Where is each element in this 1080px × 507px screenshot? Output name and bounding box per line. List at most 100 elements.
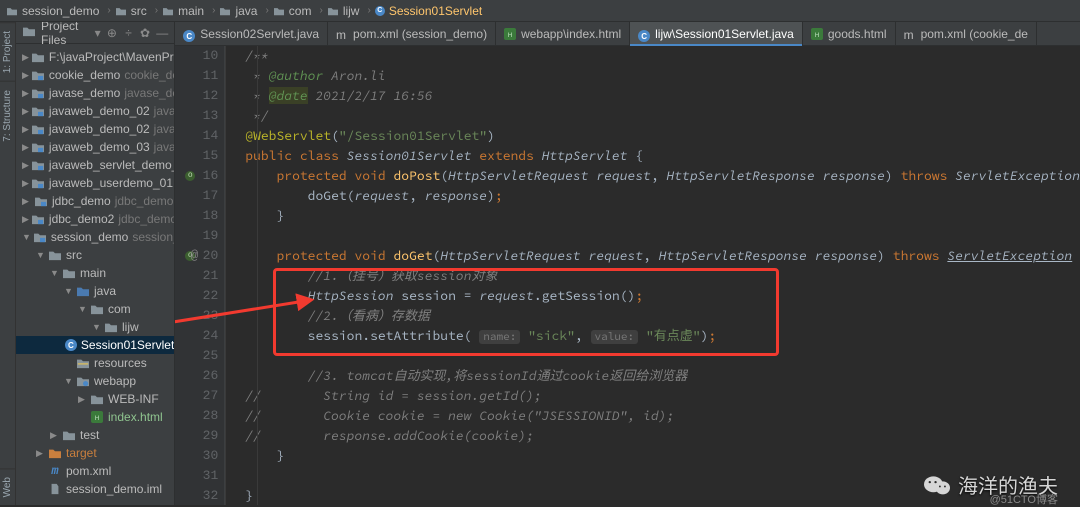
class-icon: C xyxy=(183,28,195,40)
tree-item[interactable]: ▶javaweb_demo_03javaweb_demo_03 xyxy=(16,138,174,156)
collapse-icon[interactable]: ⊕ xyxy=(107,26,118,40)
tree-item[interactable]: Hindex.html xyxy=(16,408,174,426)
divide-icon[interactable]: ÷ xyxy=(123,26,134,40)
tree-item[interactable]: ▶javaweb_demo_02javaweb_demo_02 xyxy=(16,102,174,120)
breadcrumb-item[interactable]: src xyxy=(115,4,147,18)
code-line[interactable]: // String id = session.getId(); xyxy=(245,386,1080,406)
code-line[interactable]: * @date 2021/2/17 16:56 xyxy=(245,86,1080,106)
folderSemi-icon xyxy=(33,231,47,243)
tree-item[interactable]: ▼webapp xyxy=(16,372,174,390)
tree-item[interactable]: ▼lijw xyxy=(16,318,174,336)
tree-item[interactable]: ▼src xyxy=(16,246,174,264)
tree-item[interactable]: session_demo.iml xyxy=(16,480,174,498)
tool-project-tab[interactable]: 1: Project xyxy=(0,22,15,81)
mvn-icon: m xyxy=(336,28,348,40)
project-sidebar: Project Files ▾ ⊕ ÷ ✿ — ▶F:\javaProject\… xyxy=(16,22,175,505)
code-line[interactable]: protected void doGet(HttpServletRequest … xyxy=(245,246,1080,266)
folderSemi-icon xyxy=(31,87,45,99)
svg-text:H: H xyxy=(95,416,99,422)
tree-item[interactable]: ▶javaweb_userdemo_01javaweb_userd xyxy=(16,174,174,192)
tree-item[interactable]: ▶F:\javaProject\MavenPratice01 xyxy=(16,48,174,66)
tree-item[interactable]: ▼main xyxy=(16,264,174,282)
folderSemi-icon xyxy=(31,177,45,189)
code-line[interactable]: //2.（看病）存数据 xyxy=(245,306,1080,326)
code-line[interactable]: @WebServlet("/Session01Servlet") xyxy=(245,126,1080,146)
tree-item[interactable]: ▼session_demosession_demo xyxy=(16,228,174,246)
code-line[interactable]: protected void doPost(HttpServletRequest… xyxy=(245,166,1080,186)
editor-tab[interactable]: CSession02Servlet.java xyxy=(175,22,328,45)
code-line[interactable]: session.setAttribute( name: "sick", valu… xyxy=(245,326,1080,346)
code-line[interactable] xyxy=(245,346,1080,366)
gear-icon[interactable]: ✿ xyxy=(140,26,151,40)
folder-icon xyxy=(104,321,118,333)
breadcrumb: session_demo›src›main›java›com›lijw›CSes… xyxy=(0,0,1080,22)
code-line[interactable]: doGet(request, response); xyxy=(245,186,1080,206)
code-line[interactable]: * @author Aron.li xyxy=(245,66,1080,86)
tool-structure-tab[interactable]: 7: Structure xyxy=(0,81,15,150)
hide-icon[interactable]: — xyxy=(156,26,168,40)
code-line[interactable]: HttpSession session = request.getSession… xyxy=(245,286,1080,306)
tree-item[interactable]: ▼java xyxy=(16,282,174,300)
code-line[interactable]: //1.（挂号）获取session对象 xyxy=(245,266,1080,286)
code-line[interactable]: // response.addCookie(cookie); xyxy=(245,426,1080,446)
breadcrumb-item[interactable]: CSession01Servlet xyxy=(375,4,482,18)
mvn-icon: m xyxy=(48,465,62,477)
breadcrumb-item[interactable]: session_demo xyxy=(6,4,99,18)
tree-item[interactable]: ▼com xyxy=(16,300,174,318)
code-line[interactable]: } xyxy=(245,206,1080,226)
code-line[interactable]: //3. tomcat自动实现,将sessionId通过cookie返回给浏览器 xyxy=(245,366,1080,386)
editor-area: CSession02Servlet.javampom.xml (session_… xyxy=(175,22,1080,505)
editor-tab[interactable]: Clijw\Session01Servlet.java xyxy=(630,22,803,45)
folderSemi-icon xyxy=(31,69,45,81)
tree-item[interactable]: resources xyxy=(16,354,174,372)
code[interactable]: /** * @author Aron.li * @date 2021/2/17 … xyxy=(225,46,1080,505)
sidebar-header: Project Files ▾ ⊕ ÷ ✿ — xyxy=(16,22,174,44)
code-line[interactable]: // Cookie cookie = new Cookie("JSESSIONI… xyxy=(245,406,1080,426)
editor-tab[interactable]: mpom.xml (cookie_de xyxy=(896,22,1037,45)
tree-item[interactable]: ▶javaweb_servlet_demo_01javaweb_se xyxy=(16,156,174,174)
folderOrange-icon xyxy=(48,447,62,459)
breadcrumb-item[interactable]: lijw xyxy=(327,4,360,18)
svg-text:H: H xyxy=(508,33,512,39)
folder-icon xyxy=(90,393,104,405)
svg-text:H: H xyxy=(815,33,819,39)
code-line[interactable]: public class Session01Servlet extends Ht… xyxy=(245,146,1080,166)
tree-item[interactable]: ▶target xyxy=(16,444,174,462)
code-line[interactable]: } xyxy=(245,446,1080,466)
tree-item[interactable]: ▶WEB-INF xyxy=(16,390,174,408)
tree-item[interactable]: ▶javase_demojavase_demo xyxy=(16,84,174,102)
code-line[interactable] xyxy=(245,226,1080,246)
tree-item[interactable]: ▶jdbc_demo2jdbc_demo2 xyxy=(16,210,174,228)
html-icon: H xyxy=(90,411,104,423)
tree-item[interactable]: ▶cookie_democookie_demo xyxy=(16,66,174,84)
class-icon: C xyxy=(65,339,77,351)
mvn-icon: m xyxy=(904,28,916,40)
tree-item[interactable]: ▶test xyxy=(16,426,174,444)
tool-web-tab[interactable]: Web xyxy=(0,468,15,505)
editor-tab[interactable]: mpom.xml (session_demo) xyxy=(328,22,496,45)
code-line[interactable]: /** xyxy=(245,46,1080,66)
folderWeb-icon xyxy=(76,375,90,387)
tree-item[interactable]: CSession01Servlet xyxy=(16,336,174,354)
tree-item[interactable]: mpom.xml xyxy=(16,462,174,480)
html-icon: H xyxy=(504,28,516,40)
tree-item[interactable]: ▶javaweb_demo_02javaweb_demo_02 xyxy=(16,120,174,138)
editor-tab[interactable]: Hgoods.html xyxy=(803,22,896,45)
folderSemi-icon xyxy=(34,195,48,207)
html-icon: H xyxy=(811,28,823,40)
folder-icon xyxy=(62,267,76,279)
code-line[interactable]: */ xyxy=(245,106,1080,126)
file-icon xyxy=(48,483,62,495)
code-area[interactable]: 101112131415o16171819o@20212223242526272… xyxy=(175,46,1080,505)
folderSemi-icon xyxy=(31,105,45,117)
breadcrumb-item[interactable]: main xyxy=(162,4,204,18)
editor-tab[interactable]: Hwebapp\index.html xyxy=(496,22,630,45)
folder-icon xyxy=(31,51,45,63)
breadcrumb-item[interactable]: java xyxy=(219,4,257,18)
breadcrumb-item[interactable]: com xyxy=(273,4,312,18)
folderSemi-icon xyxy=(31,123,45,135)
gutter: 101112131415o16171819o@20212223242526272… xyxy=(175,46,225,505)
folderSemi-icon xyxy=(31,141,45,153)
tree-item[interactable]: ▶jdbc_demojdbc_demo xyxy=(16,192,174,210)
project-tree[interactable]: ▶F:\javaProject\MavenPratice01▶cookie_de… xyxy=(16,44,174,502)
